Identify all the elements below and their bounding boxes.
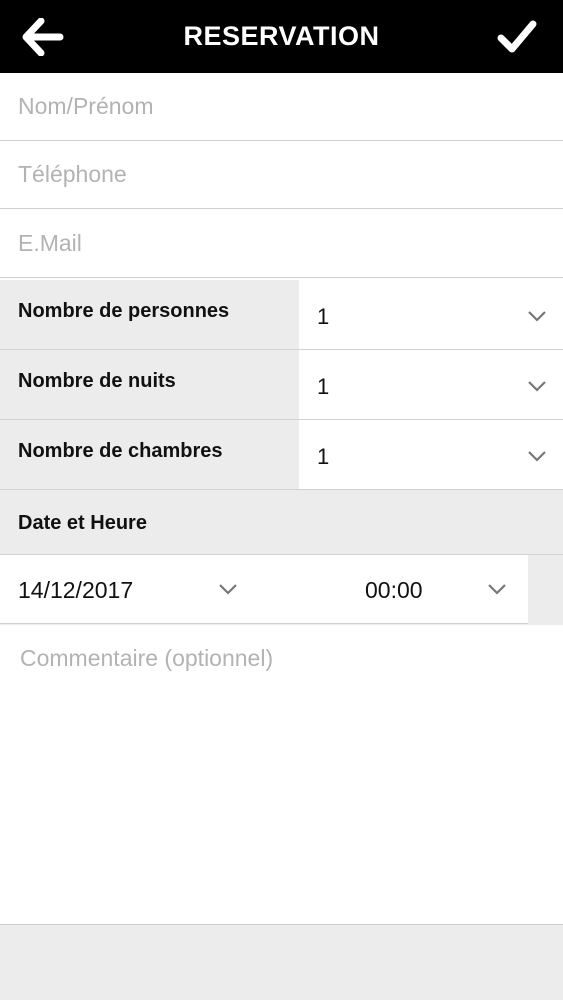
- date-picker[interactable]: 14/12/2017: [0, 555, 260, 623]
- nights-select[interactable]: 1: [299, 350, 563, 419]
- rooms-value: 1: [317, 444, 330, 469]
- persons-row: Nombre de personnes 1: [0, 280, 563, 350]
- date-value: 14/12/2017: [18, 577, 134, 603]
- rooms-label: Nombre de chambres: [18, 440, 223, 462]
- name-field-row: [0, 73, 563, 141]
- datetime-row: 14/12/2017 00:00: [0, 555, 563, 625]
- datetime-pickers: 14/12/2017 00:00: [0, 555, 528, 624]
- chevron-down-icon: [219, 584, 237, 595]
- persons-value: 1: [317, 304, 330, 329]
- footer-bar: [0, 925, 563, 1000]
- page-title: RESERVATION: [183, 21, 380, 51]
- persons-label: Nombre de personnes: [18, 300, 230, 322]
- persons-label-cell: Nombre de personnes: [0, 280, 299, 349]
- nights-value: 1: [317, 374, 330, 399]
- chevron-down-icon: [488, 584, 506, 595]
- persons-select[interactable]: 1: [299, 280, 563, 349]
- chevron-down-icon: [528, 381, 546, 392]
- phone-field-row: [0, 141, 563, 209]
- datetime-section-label: Date et Heure: [18, 512, 147, 534]
- name-input[interactable]: [18, 73, 548, 140]
- phone-input[interactable]: [18, 141, 548, 208]
- chevron-down-icon: [528, 311, 546, 322]
- datetime-section-header: Date et Heure: [0, 490, 563, 555]
- email-field-row: [0, 210, 563, 278]
- comment-input[interactable]: [20, 645, 545, 905]
- nights-label-cell: Nombre de nuits: [0, 350, 299, 419]
- time-picker[interactable]: 00:00: [345, 555, 528, 623]
- nights-row: Nombre de nuits 1: [0, 350, 563, 420]
- rooms-row: Nombre de chambres 1: [0, 420, 563, 490]
- rooms-select[interactable]: 1: [299, 420, 563, 489]
- nights-label: Nombre de nuits: [18, 370, 176, 392]
- rooms-label-cell: Nombre de chambres: [0, 420, 299, 489]
- comment-area: [0, 625, 563, 925]
- checkmark-icon: [497, 20, 537, 53]
- chevron-down-icon: [528, 451, 546, 462]
- time-value: 00:00: [365, 577, 423, 603]
- email-input[interactable]: [18, 210, 548, 277]
- confirm-button[interactable]: [497, 18, 537, 56]
- top-bar: RESERVATION: [0, 0, 563, 73]
